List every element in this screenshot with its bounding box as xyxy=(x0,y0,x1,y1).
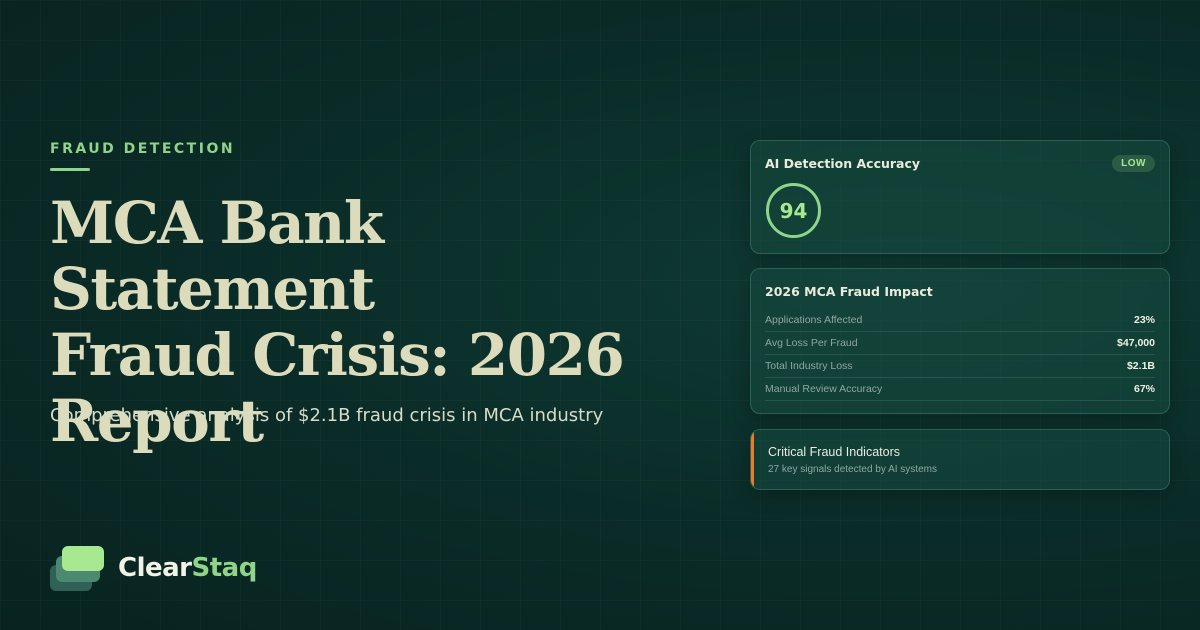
accuracy-status-badge: LOW xyxy=(1112,155,1155,172)
fraud-indicators-card: Critical Fraud Indicators 27 key signals… xyxy=(750,429,1170,490)
table-row: Manual Review Accuracy 67% xyxy=(765,378,1155,401)
fraud-impact-table: Applications Affected 23% Avg Loss Per F… xyxy=(765,309,1155,401)
row-value: $47,000 xyxy=(1117,337,1155,349)
fraud-indicators-title: Critical Fraud Indicators xyxy=(768,445,900,459)
row-label: Manual Review Accuracy xyxy=(765,383,883,395)
fraud-impact-title: 2026 MCA Fraud Impact xyxy=(765,284,933,299)
fraud-indicators-subtitle: 27 key signals detected by AI systems xyxy=(768,464,937,475)
brand-name-part1: Clear xyxy=(118,553,192,583)
brand-name: ClearStaq xyxy=(118,553,257,583)
ai-accuracy-title: AI Detection Accuracy xyxy=(765,156,921,171)
brand-name-part2: Staq xyxy=(191,553,258,583)
ai-accuracy-card: AI Detection Accuracy LOW 94 xyxy=(750,140,1170,254)
row-label: Applications Affected xyxy=(765,314,863,326)
accuracy-score-value: 94 xyxy=(779,198,808,223)
table-row: Total Industry Loss $2.1B xyxy=(765,355,1155,378)
warning-accent-bar xyxy=(751,430,754,489)
row-label: Total Industry Loss xyxy=(765,360,853,372)
title-line-1: MCA Bank Statement xyxy=(50,189,384,323)
row-label: Avg Loss Per Fraud xyxy=(765,337,858,349)
row-value: 23% xyxy=(1133,314,1155,326)
row-value: 67% xyxy=(1133,383,1155,395)
clearstaq-logo-icon xyxy=(50,545,106,593)
page-subtitle: Comprehensive analysis of $2.1B fraud cr… xyxy=(50,405,604,426)
accuracy-score-ring: 94 xyxy=(766,183,821,238)
category-underline xyxy=(50,168,90,171)
category-label: FRAUD DETECTION xyxy=(50,141,236,157)
fraud-impact-card: 2026 MCA Fraud Impact Applications Affec… xyxy=(750,268,1170,414)
title-line-2: Fraud Crisis: 2026 xyxy=(50,321,625,389)
table-row: Avg Loss Per Fraud $47,000 xyxy=(765,332,1155,355)
table-row: Applications Affected 23% xyxy=(765,309,1155,332)
row-value: $2.1B xyxy=(1126,360,1155,372)
